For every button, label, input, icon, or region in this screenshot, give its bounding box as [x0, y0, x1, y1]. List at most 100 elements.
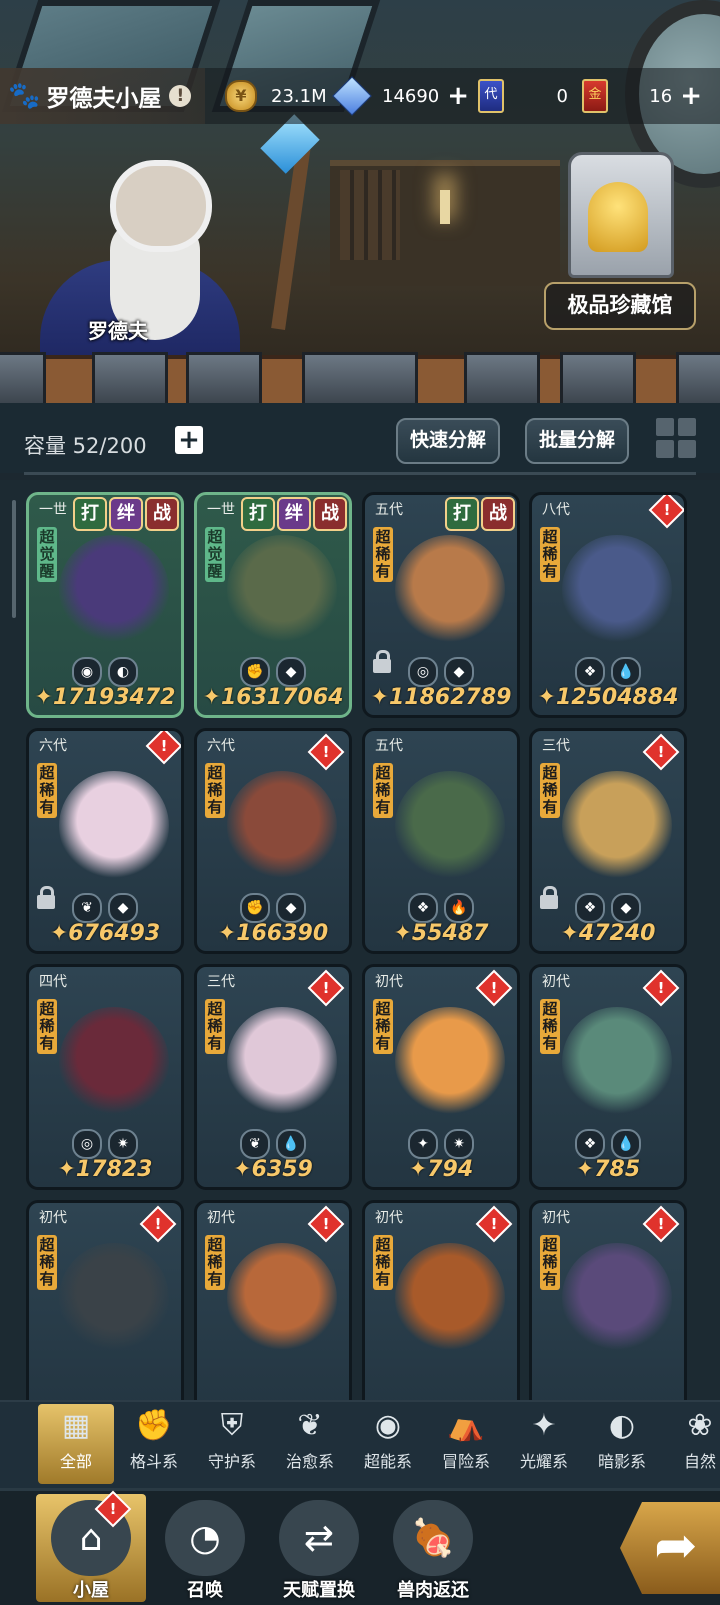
rarity-label: 超稀有: [373, 763, 393, 818]
pet-generation: 初代: [542, 1210, 570, 1226]
lock-icon[interactable]: [37, 886, 55, 909]
coin-counter: ¥ 23.1M: [225, 80, 327, 112]
nav-item-1[interactable]: ◔ 召唤: [150, 1494, 260, 1602]
pet-card[interactable]: 初代! 超稀有: [529, 1200, 687, 1400]
alert-icon: !: [307, 1205, 345, 1243]
alert-icon: !: [307, 733, 345, 771]
pet-power: ✦11862789: [370, 685, 512, 710]
category-tab-4[interactable]: ◉ 超能系: [350, 1404, 426, 1484]
pet-type-icons: ❖ 💧: [532, 657, 684, 687]
pet-card[interactable]: 八代! 超稀有 ❖ 💧 ✦12504884: [529, 492, 687, 718]
category-tab-8[interactable]: ❀ 自然: [662, 1404, 720, 1484]
pet-card[interactable]: 初代! 超稀有: [362, 1200, 520, 1400]
info-icon[interactable]: !: [169, 85, 192, 107]
category-icon: ❦: [297, 1408, 323, 1443]
pet-creature-image: [59, 1007, 169, 1117]
pet-creature-image: [562, 771, 672, 881]
nav-item-2[interactable]: ⇄ 天赋置换: [264, 1494, 374, 1602]
nav-label: 小屋: [73, 1580, 109, 1601]
category-label: 光耀系: [519, 1452, 568, 1471]
category-tab-5[interactable]: ⛺ 冒险系: [428, 1404, 504, 1484]
type-icon: ◎: [72, 1129, 102, 1159]
rarity-label: 超觉醒: [37, 527, 57, 582]
alert-icon: !: [475, 969, 513, 1007]
type-icon: ✷: [444, 1129, 474, 1159]
category-icon: ✊: [135, 1408, 173, 1443]
type-icon: ◆: [276, 657, 306, 687]
category-tab-0[interactable]: ▦ 全部: [38, 1404, 114, 1484]
quick-decompose-button[interactable]: 快速分解: [396, 418, 500, 464]
category-label: 冒险系: [441, 1452, 490, 1471]
pet-card[interactable]: 四代 超稀有 ◎ ✷ ✦17823: [26, 964, 184, 1190]
npc-rodolf[interactable]: [40, 114, 320, 370]
pet-card[interactable]: 六代! 超稀有 ✊ ◆ ✦166390: [194, 728, 352, 954]
pet-type-icons: ❦ 💧: [197, 1129, 349, 1159]
pet-type-icons: ✦ ✷: [365, 1129, 517, 1159]
type-icon: 💧: [276, 1129, 306, 1159]
pet-card[interactable]: 五代 打战超稀有 ◎ ◆ ✦11862789: [362, 492, 520, 718]
rarity-label: 超稀有: [540, 527, 560, 582]
shelf-bracket: [186, 352, 262, 408]
pet-tag-badge: 战: [313, 497, 347, 531]
category-tab-1[interactable]: ✊ 格斗系: [116, 1404, 192, 1484]
pet-card[interactable]: 初代! 超稀有: [26, 1200, 184, 1400]
gold-card-add-button[interactable]: +: [680, 81, 702, 111]
page-title: 罗德夫小屋: [46, 86, 162, 112]
nav-item-0[interactable]: ⌂ 小屋!: [36, 1490, 146, 1602]
museum-button[interactable]: 极品珍藏馆: [544, 282, 696, 330]
alert-glyph: !: [657, 979, 665, 997]
pet-tag-badge: 打: [445, 497, 479, 531]
pet-card[interactable]: 初代! 超稀有 ✦ ✷ ✦794: [362, 964, 520, 1190]
shelf-bracket: [560, 352, 636, 408]
rarity-label: 超稀有: [540, 1235, 560, 1290]
pet-creature-image: [395, 1243, 505, 1353]
category-tab-6[interactable]: ✦ 光耀系: [506, 1404, 582, 1484]
gold-card-value: 16: [649, 85, 673, 107]
pet-card[interactable]: 一世打绊战超觉醒 ◉ ◐ ✦17193472: [26, 492, 184, 718]
grid-view-button[interactable]: [656, 418, 696, 458]
batch-decompose-button[interactable]: 批量分解: [525, 418, 629, 464]
nav-item-3[interactable]: 🍖 兽肉返还: [378, 1494, 488, 1602]
crystal-value: 14690: [382, 85, 440, 107]
pet-card[interactable]: 三代! 超稀有 ❦ 💧 ✦6359: [194, 964, 352, 1190]
pet-power: ✦47240: [560, 921, 656, 946]
nav-label: 兽肉返还: [397, 1580, 469, 1601]
nav-label: 召唤: [187, 1580, 223, 1601]
pet-card[interactable]: 三代! 超稀有 ❖ ◆ ✦47240: [529, 728, 687, 954]
type-icon: 💧: [611, 1129, 641, 1159]
crystal-add-button[interactable]: +: [447, 81, 469, 111]
category-tab-7[interactable]: ◐ 暗影系: [584, 1404, 660, 1484]
pet-tag-badge: 战: [481, 497, 515, 531]
rarity-label: 超稀有: [205, 999, 225, 1054]
rarity-label: 超稀有: [37, 1235, 57, 1290]
pet-badges: 打战: [445, 497, 515, 531]
type-icon: ✊: [240, 893, 270, 923]
category-tab-2[interactable]: ⛨ 守护系: [194, 1404, 270, 1484]
pet-card[interactable]: 六代! 超稀有 ❦ ◆ ✦676493: [26, 728, 184, 954]
scrollbar[interactable]: [12, 500, 16, 618]
category-tab-3[interactable]: ❦ 治愈系: [272, 1404, 348, 1484]
lock-icon[interactable]: [373, 650, 391, 673]
pet-card[interactable]: 初代! 超稀有: [194, 1200, 352, 1400]
gold-card-counter: 金 16 +: [582, 79, 702, 113]
type-icon: ◐: [108, 657, 138, 687]
pet-type-icons: ✊ ◆: [197, 893, 349, 923]
pet-card[interactable]: 五代 超稀有 ❖ 🔥 ✦55487: [362, 728, 520, 954]
pet-tag-badge: 战: [145, 497, 179, 531]
lock-icon[interactable]: [540, 886, 558, 909]
grid-view-icon: [656, 418, 674, 436]
type-icon: ◎: [408, 657, 438, 687]
type-icon: ❖: [575, 1129, 605, 1159]
pet-creature-image: [227, 771, 337, 881]
capacity-add-button[interactable]: +: [175, 426, 203, 454]
pet-card[interactable]: 初代! 超稀有 ❖ 💧 ✦785: [529, 964, 687, 1190]
coin-value: 23.1M: [271, 85, 327, 107]
alert-icon: !: [307, 969, 345, 1007]
pet-power: ✦12504884: [537, 685, 679, 710]
pet-type-icons: ✊ ◆: [197, 657, 349, 687]
museum-trophy[interactable]: [568, 152, 674, 282]
rarity-label: 超稀有: [205, 1235, 225, 1290]
shelf-bracket: [464, 352, 540, 408]
pet-card[interactable]: 一世打绊战超觉醒 ✊ ◆ ✦16317064: [194, 492, 352, 718]
divider: [24, 472, 696, 475]
